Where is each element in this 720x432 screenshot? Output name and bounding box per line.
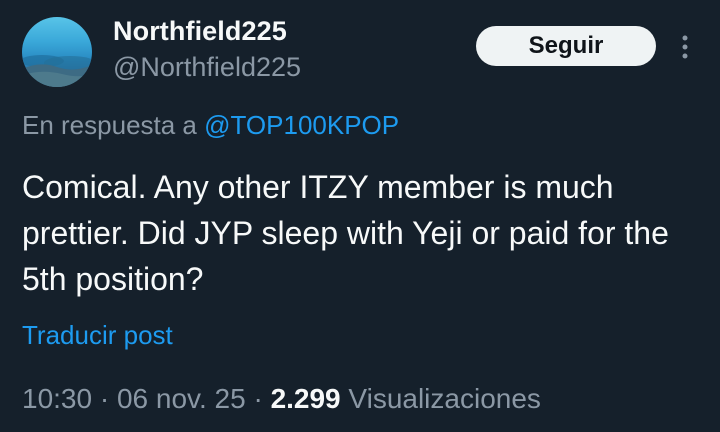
author-handle[interactable]: @Northfield225 <box>113 52 301 83</box>
tweet-time[interactable]: 10:30 <box>22 383 92 414</box>
translate-post-link[interactable]: Traducir post <box>22 320 173 351</box>
meta-separator: · <box>99 383 110 414</box>
avatar[interactable] <box>22 17 92 87</box>
author-display-name[interactable]: Northfield225 <box>113 16 287 47</box>
views-count: 2.299 <box>270 383 341 414</box>
tweet-text: Comical. Any other ITZY member is much p… <box>22 169 669 297</box>
tweet-metadata: 10:30 · 06 nov. 25 · 2.299 Visualizacion… <box>22 383 541 415</box>
reply-prefix: En respuesta a <box>22 110 197 140</box>
tweet-date[interactable]: 06 nov. 25 <box>117 383 246 414</box>
reply-mention-link[interactable]: @TOP100KPOP <box>204 110 399 140</box>
more-vertical-icon[interactable] <box>672 30 698 64</box>
views-label: Visualizaciones <box>348 383 541 414</box>
reply-context: En respuesta a @TOP100KPOP <box>22 110 399 141</box>
follow-button[interactable]: Seguir <box>476 26 656 66</box>
meta-separator: · <box>253 383 263 414</box>
avatar-image <box>22 55 92 87</box>
